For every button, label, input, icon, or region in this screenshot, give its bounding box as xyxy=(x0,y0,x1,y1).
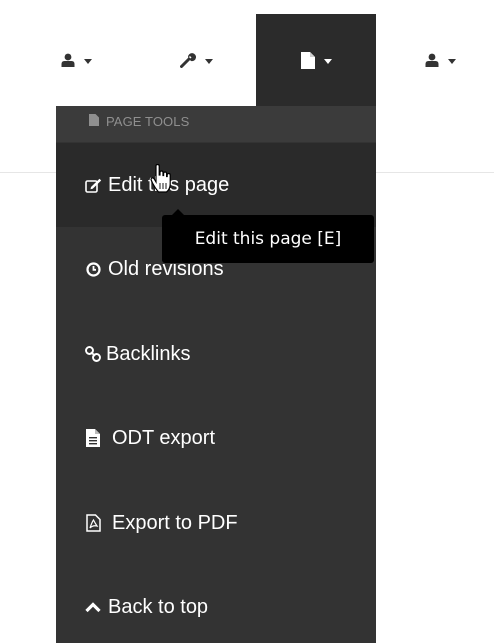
menu-item-label: Export to PDF xyxy=(112,511,238,534)
chevron-down-icon xyxy=(447,58,456,64)
tooltip-text: Edit this page [E] xyxy=(194,229,342,249)
menu-item-label: ODT export xyxy=(112,426,215,449)
user-icon xyxy=(61,53,75,67)
menu-item-label: Backlinks xyxy=(106,342,191,365)
wrench-icon xyxy=(179,52,196,68)
link-icon xyxy=(84,346,102,362)
document-icon xyxy=(84,429,102,447)
hand-cursor-icon xyxy=(150,163,174,199)
pdf-icon xyxy=(84,514,102,532)
dropdown-header-label: PAGE TOOLS xyxy=(106,113,190,129)
file-icon xyxy=(89,114,99,126)
edit-icon xyxy=(84,178,102,193)
user-icon xyxy=(425,53,439,67)
menu-item-label: Back to top xyxy=(108,595,209,618)
tooltip: Edit this page [E] xyxy=(162,209,374,263)
chevron-down-icon xyxy=(83,58,92,64)
site-tools-button[interactable] xyxy=(156,14,236,106)
page: PAGE TOOLS Edit this page Old revisions xyxy=(0,0,494,643)
menu-item-odt-export[interactable]: ODT export xyxy=(56,396,376,480)
menu-item-backlinks[interactable]: Backlinks xyxy=(56,312,376,396)
clock-icon xyxy=(84,261,102,277)
chevron-down-icon xyxy=(323,58,332,64)
menu-item-export-pdf[interactable]: Export to PDF xyxy=(56,481,376,565)
dropdown-header: PAGE TOOLS xyxy=(56,106,376,142)
page-tools-dropdown: PAGE TOOLS Edit this page Old revisions xyxy=(56,106,376,643)
file-icon xyxy=(300,51,315,69)
tooltip-arrow xyxy=(172,209,184,215)
page-tools-button[interactable] xyxy=(256,14,376,106)
chevron-down-icon xyxy=(204,58,213,64)
menu-item-back-to-top[interactable]: Back to top xyxy=(56,565,376,643)
user-tools-button[interactable] xyxy=(36,14,116,106)
chevron-up-icon xyxy=(84,601,102,613)
user-menu-button[interactable] xyxy=(400,14,480,106)
